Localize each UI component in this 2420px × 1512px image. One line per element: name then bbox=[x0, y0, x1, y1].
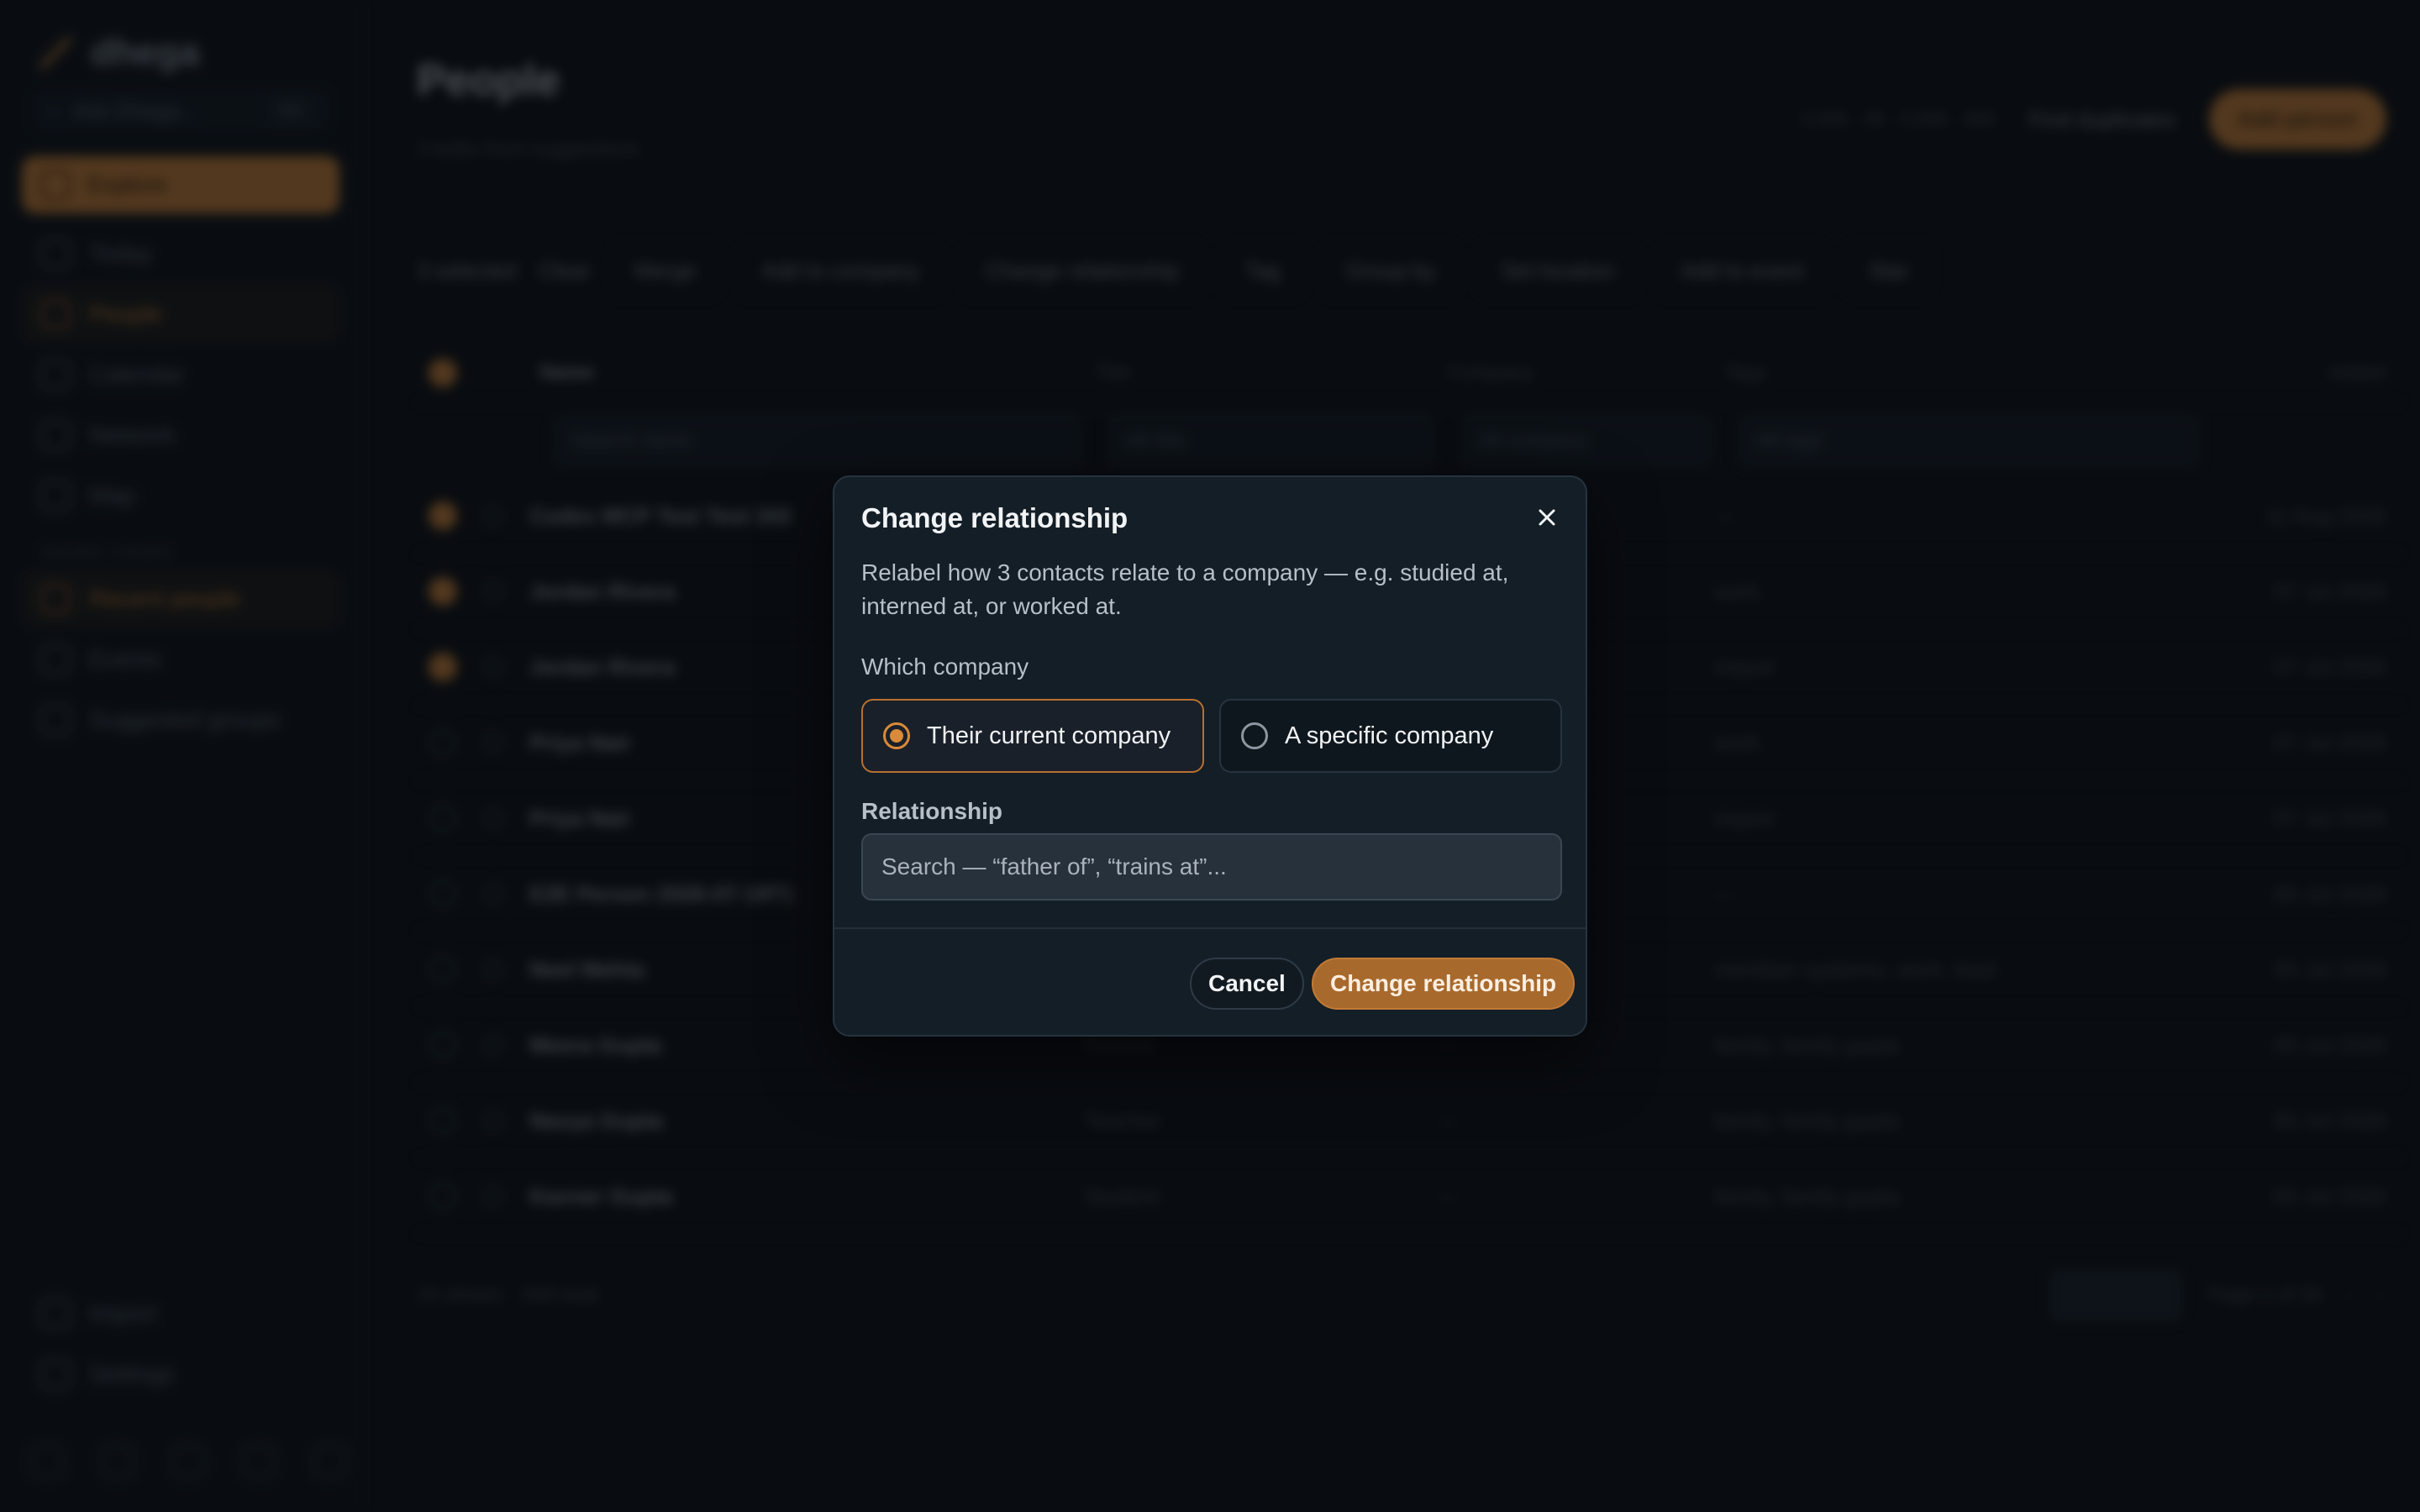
radio-unselected-icon bbox=[1241, 722, 1268, 749]
radio-selected-icon bbox=[883, 722, 910, 749]
relationship-search-input[interactable] bbox=[861, 833, 1562, 900]
relationship-label: Relationship bbox=[861, 798, 1003, 824]
dialog-divider bbox=[834, 927, 1586, 929]
change-relationship-submit-button[interactable]: Change relationship bbox=[1312, 958, 1576, 1010]
dialog-description: Relabel how 3 contacts relate to a compa… bbox=[861, 559, 1509, 619]
option-label: Their current company bbox=[927, 722, 1171, 749]
change-relationship-dialog: Change relationship Relabel how 3 contac… bbox=[833, 475, 1587, 1037]
dialog-title: Change relationship bbox=[861, 502, 1128, 533]
option-specific-company[interactable]: A specific company bbox=[1219, 699, 1562, 773]
option-current-company[interactable]: Their current company bbox=[861, 699, 1204, 773]
close-icon bbox=[1539, 509, 1555, 526]
option-label: A specific company bbox=[1285, 722, 1494, 749]
close-button[interactable] bbox=[1530, 501, 1564, 534]
which-company-label: Which company bbox=[861, 654, 1029, 680]
cancel-button[interactable]: Cancel bbox=[1190, 958, 1304, 1010]
